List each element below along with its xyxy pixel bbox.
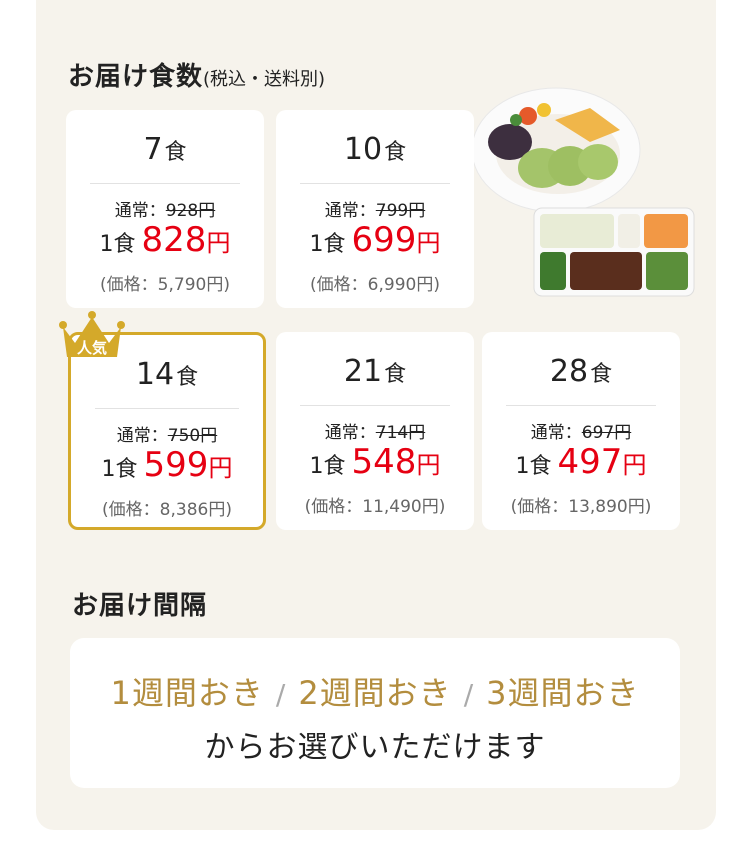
per-meal-price: 1食 699円 bbox=[309, 220, 441, 260]
total-price: (価格：13,890円) bbox=[510, 497, 652, 517]
regular-price: 通常：799円 bbox=[324, 201, 426, 221]
plan-count: 21食 bbox=[343, 354, 407, 389]
total-price: (価格：5,790円) bbox=[100, 275, 230, 295]
divider bbox=[95, 408, 239, 409]
divider bbox=[90, 183, 240, 184]
regular-price: 通常：697円 bbox=[530, 423, 632, 443]
regular-price: 通常：714円 bbox=[324, 423, 426, 443]
plan-count: 7食 bbox=[143, 132, 187, 167]
total-price: (価格：8,386円) bbox=[102, 500, 232, 520]
divider bbox=[300, 405, 450, 406]
interval-title: お届け間隔 bbox=[72, 591, 208, 621]
plan-card-21[interactable]: 21食 通常：714円 1食 548円 (価格：11,490円) bbox=[276, 332, 474, 530]
interval-options: 1週間おき / 2週間おき / 3週間おき bbox=[70, 668, 680, 714]
plan-count: 28食 bbox=[549, 354, 613, 389]
per-meal-price: 1食 497円 bbox=[515, 442, 647, 482]
interval-option-1[interactable]: 1週間おき bbox=[111, 674, 264, 712]
plan-card-10[interactable]: 10食 通常：799円 1食 699円 (価格：6,990円) bbox=[276, 110, 474, 308]
total-price: (価格：11,490円) bbox=[304, 497, 446, 517]
separator: / bbox=[463, 678, 475, 711]
delivery-count-title: お届け食数(税込・送料別) bbox=[68, 56, 325, 93]
divider bbox=[300, 183, 450, 184]
total-price: (価格：6,990円) bbox=[310, 275, 440, 295]
popular-badge: 人気 bbox=[77, 339, 107, 357]
per-meal-price: 1食 828円 bbox=[99, 220, 231, 260]
plan-card-14[interactable]: 14食 通常：750円 1食 599円 (価格：8,386円) 人気 bbox=[59, 311, 266, 530]
interval-box: 1週間おき / 2週間おき / 3週間おき からお選びいただけます bbox=[70, 638, 680, 788]
tax-note: (税込・送料別) bbox=[203, 69, 326, 90]
per-meal-price: 1食 599円 bbox=[101, 445, 233, 485]
interval-option-2[interactable]: 2週間おき bbox=[298, 674, 451, 712]
separator: / bbox=[275, 678, 287, 711]
regular-price: 通常：750円 bbox=[116, 426, 218, 446]
plan-card-28[interactable]: 28食 通常：697円 1食 497円 (価格：13,890円) bbox=[482, 332, 680, 530]
crown-icon: 人気 bbox=[59, 311, 125, 357]
meal-image bbox=[471, 87, 695, 297]
interval-option-3[interactable]: 3週間おき bbox=[486, 674, 639, 712]
plan-count: 10食 bbox=[343, 132, 407, 167]
divider bbox=[506, 405, 656, 406]
delivery-count-heading: お届け食数 bbox=[68, 62, 204, 92]
plan-card-7[interactable]: 7食 通常：928円 1食 828円 (価格：5,790円) bbox=[66, 110, 264, 308]
interval-description: からお選びいただけます bbox=[204, 730, 546, 765]
per-meal-price: 1食 548円 bbox=[309, 442, 441, 482]
regular-price: 通常：928円 bbox=[114, 201, 216, 221]
